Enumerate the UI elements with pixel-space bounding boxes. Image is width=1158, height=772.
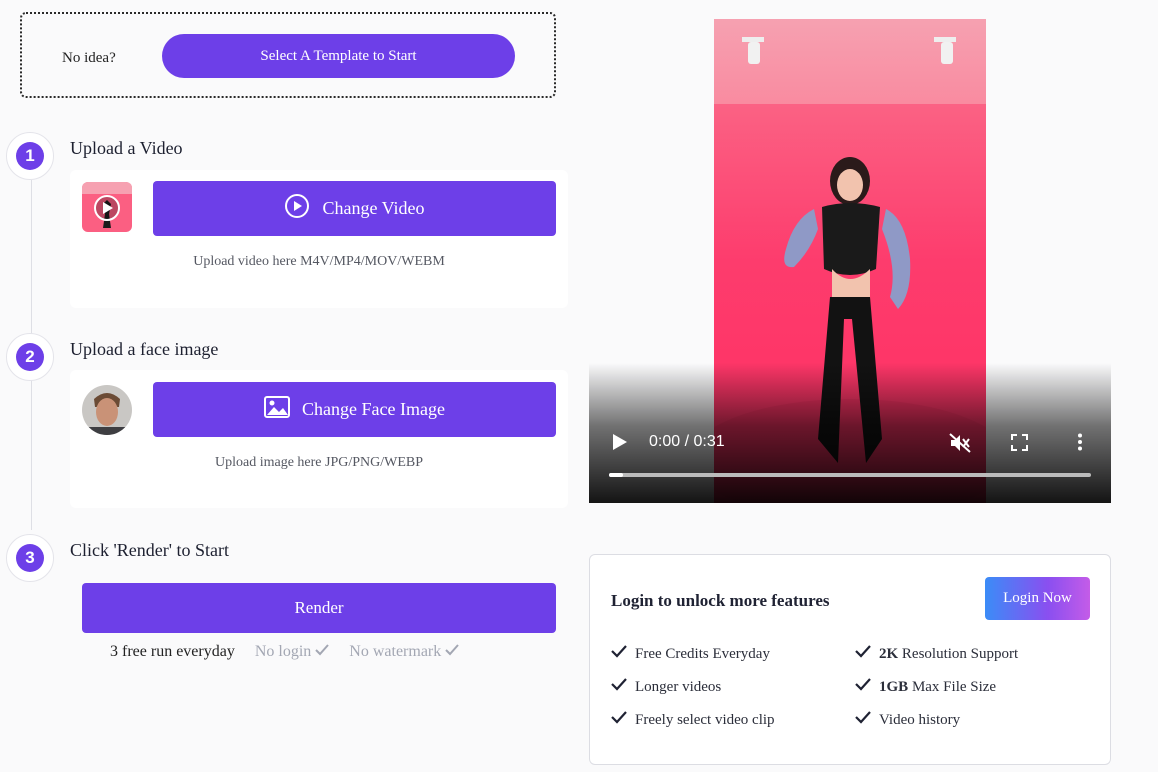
- feature-item: Free Credits Everyday: [611, 645, 770, 663]
- feature-item: 2K Resolution Support: [855, 645, 1018, 663]
- video-player[interactable]: 0:00 / 0:31: [589, 19, 1111, 503]
- feature-label: Longer videos: [635, 678, 722, 695]
- login-now-button[interactable]: Login Now: [985, 577, 1090, 620]
- fullscreen-icon[interactable]: [1011, 434, 1028, 456]
- free-usage-row: 3 free run everyday No login No watermar…: [110, 643, 459, 661]
- feature-label: Freely select video clip: [635, 711, 775, 728]
- video-format-hint: Upload video here M4V/MP4/MOV/WEBM: [193, 254, 445, 269]
- face-thumbnail[interactable]: [82, 385, 132, 435]
- login-card: Login to unlock more features Login Now …: [589, 554, 1111, 765]
- image-format-hint: Upload image here JPG/PNG/WEBP: [214, 455, 424, 470]
- feature-bold: 1GB: [879, 678, 909, 695]
- upload-video-card: Change Video Upload video here M4V/MP4/M…: [70, 170, 568, 308]
- render-button[interactable]: Render: [82, 583, 556, 633]
- step-1-indicator: 1: [6, 132, 54, 180]
- upload-face-card: Change Face Image Upload image here JPG/…: [70, 370, 568, 508]
- no-watermark-label: No watermark: [349, 643, 442, 660]
- template-box: No idea? Select A Template to Start: [20, 12, 556, 98]
- change-face-image-label: Change Face Image: [302, 399, 445, 419]
- feature-item: Video history: [855, 711, 960, 729]
- feature-item: Longer videos: [611, 678, 721, 696]
- video-progress-fill: [609, 473, 624, 477]
- check-icon: [315, 643, 330, 661]
- video-progress-bar[interactable]: [609, 473, 1091, 477]
- change-face-image-button[interactable]: Change Face Image: [153, 382, 556, 437]
- step-2-number: 2: [16, 343, 44, 371]
- login-title: Login to unlock more features: [611, 591, 830, 610]
- mute-icon[interactable]: [949, 433, 971, 458]
- no-idea-label: No idea?: [62, 50, 116, 66]
- select-template-button[interactable]: Select A Template to Start: [162, 34, 515, 78]
- step-2-indicator: 2: [6, 333, 54, 381]
- feature-label: Video history: [879, 711, 961, 728]
- play-circle-icon: [284, 193, 310, 224]
- more-options-icon[interactable]: [1077, 433, 1083, 456]
- step-3-indicator: 3: [6, 534, 54, 582]
- no-login-item: No login: [254, 643, 330, 661]
- change-video-button[interactable]: Change Video: [153, 181, 556, 236]
- feature-item: Freely select video clip: [611, 711, 775, 729]
- image-icon: [264, 396, 291, 423]
- step-1-title: Upload a Video: [70, 138, 183, 158]
- free-runs-text: 3 free run everyday: [110, 643, 235, 660]
- check-icon: [855, 645, 871, 663]
- video-time: 0:00 / 0:31: [649, 433, 725, 450]
- feature-bold: 2K: [879, 645, 899, 662]
- step-1-number: 1: [16, 142, 44, 170]
- video-thumbnail[interactable]: [82, 182, 132, 232]
- step-3-title: Click 'Render' to Start: [70, 540, 229, 560]
- change-video-label: Change Video: [322, 198, 425, 218]
- check-icon: [855, 678, 871, 696]
- step-2-title: Upload a face image: [70, 339, 219, 359]
- play-icon[interactable]: [612, 433, 628, 456]
- no-login-label: No login: [254, 643, 312, 660]
- no-watermark-item: No watermark: [349, 643, 459, 661]
- feature-label: Resolution Support: [898, 645, 1019, 662]
- step-3-number: 3: [16, 544, 44, 572]
- check-icon: [855, 711, 871, 729]
- check-icon: [611, 711, 627, 729]
- feature-label: Free Credits Everyday: [635, 645, 770, 662]
- feature-item: 1GB Max File Size: [855, 678, 996, 696]
- check-icon: [611, 645, 627, 663]
- check-icon: [445, 643, 459, 661]
- feature-label: Max File Size: [908, 678, 997, 695]
- check-icon: [611, 678, 627, 696]
